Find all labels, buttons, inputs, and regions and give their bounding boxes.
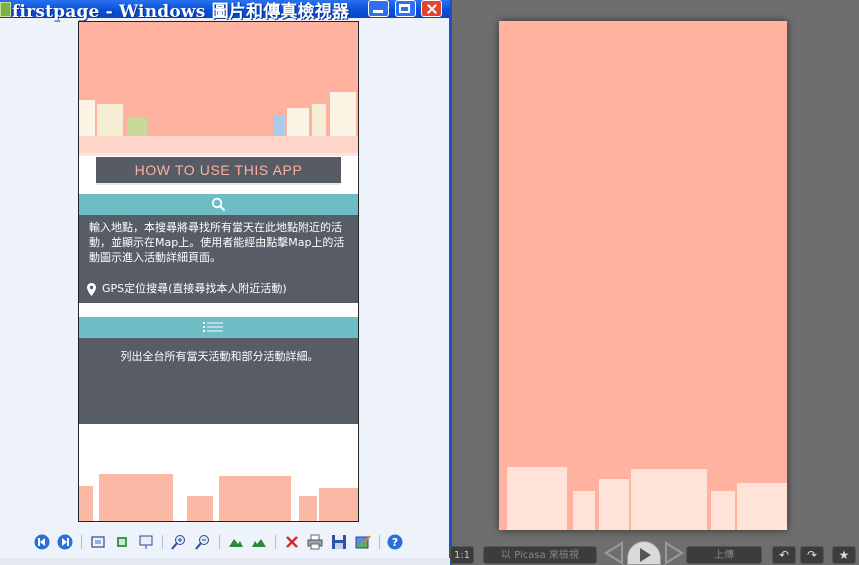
toolbar-separator xyxy=(219,535,220,549)
skyline-building xyxy=(299,496,317,521)
best-fit-icon[interactable] xyxy=(90,534,106,550)
skyline-building xyxy=(573,491,595,530)
skyline-building xyxy=(79,100,95,138)
skyline-building xyxy=(187,496,213,521)
title-bar[interactable]: firstpage - Windows 圖片和傳真檢視器 xyxy=(0,0,450,22)
save-icon[interactable] xyxy=(331,534,347,550)
skyline-building xyxy=(599,479,629,530)
skyline-building xyxy=(287,108,309,138)
previous-image-icon[interactable] xyxy=(34,534,50,550)
close-button[interactable] xyxy=(421,0,442,17)
search-info-panel: 輸入地點，本搜尋將尋找所有當天在此地點附近的活動，並顯示在Map上。使用者能經由… xyxy=(79,215,358,303)
skyline-building xyxy=(79,486,93,521)
actual-size-icon[interactable] xyxy=(114,534,130,550)
search-section-bar xyxy=(79,194,358,215)
skyline-building xyxy=(507,467,567,530)
delete-icon[interactable] xyxy=(284,534,300,550)
zoom-out-icon[interactable] xyxy=(195,534,211,550)
viewer-toolbar: ? xyxy=(0,530,450,556)
skyline-building xyxy=(99,474,173,521)
window-title: firstpage - Windows 圖片和傳真檢視器 xyxy=(12,2,350,22)
list-section-bar xyxy=(79,317,358,338)
picasa-photo-viewer: 1:1 以 Picasa 來檢視 上傳 ↶ ↷ ★ xyxy=(450,0,859,565)
skyline-building xyxy=(319,488,358,521)
how-to-heading: HOW TO USE THIS APP xyxy=(96,157,341,185)
list-description: 列出全台所有當天活動和部分活動詳細。 xyxy=(120,350,319,363)
print-icon[interactable] xyxy=(307,534,323,550)
rotate-counterclockwise-icon[interactable] xyxy=(251,534,267,550)
status-bar xyxy=(0,558,450,565)
skyline-building xyxy=(273,116,285,138)
next-photo-icon[interactable] xyxy=(664,541,686,565)
previous-photo-icon[interactable] xyxy=(602,541,624,565)
maximize-button[interactable] xyxy=(395,0,416,17)
minimize-button[interactable] xyxy=(368,0,389,17)
toolbar-separator xyxy=(275,535,276,549)
gps-search-row: GPS定位搜尋(直接尋找本人附近活動) xyxy=(87,281,287,297)
list-icon xyxy=(203,322,223,332)
picture-viewer-window: firstpage - Windows 圖片和傳真檢視器 HOW TO USE … xyxy=(0,0,452,565)
gps-search-label: GPS定位搜尋(直接尋找本人附近活動) xyxy=(102,282,287,295)
next-image-icon[interactable] xyxy=(57,534,73,550)
list-info-panel: 列出全台所有當天活動和部分活動詳細。 xyxy=(79,338,358,424)
star-icon[interactable]: ★ xyxy=(832,546,856,564)
skyline-building xyxy=(312,104,326,138)
rotate-left-icon[interactable]: ↶ xyxy=(772,546,796,564)
skyline-building xyxy=(97,104,123,138)
open-editor-icon[interactable] xyxy=(355,534,371,550)
upload-button[interactable]: 上傳 xyxy=(686,546,762,564)
rotate-right-icon[interactable]: ↷ xyxy=(800,546,824,564)
app-icon xyxy=(0,2,11,17)
toolbar-separator xyxy=(81,535,82,549)
skyline-building xyxy=(631,469,707,530)
skyline-building xyxy=(711,491,735,530)
location-pin-icon xyxy=(87,282,96,296)
skyline-building xyxy=(219,476,291,521)
slideshow-icon[interactable] xyxy=(138,534,154,550)
search-description: 輸入地點，本搜尋將尋找所有當天在此地點附近的活動，並顯示在Map上。使用者能經由… xyxy=(89,221,345,264)
picasa-displayed-image xyxy=(499,21,787,530)
skyline-building xyxy=(127,118,147,138)
toolbar-separator xyxy=(162,535,163,549)
toolbar-separator xyxy=(379,535,380,549)
view-in-picasa-button[interactable]: 以 Picasa 來檢視 xyxy=(483,546,597,564)
help-icon[interactable]: ? xyxy=(387,534,403,550)
skyline-building xyxy=(737,483,787,530)
search-icon xyxy=(211,197,226,212)
displayed-image: HOW TO USE THIS APP 輸入地點，本搜尋將尋找所有當天在此地點附… xyxy=(78,21,359,522)
section-gap xyxy=(79,303,358,317)
actual-size-button[interactable]: 1:1 xyxy=(450,546,474,564)
rotate-clockwise-icon[interactable] xyxy=(228,534,244,550)
svg-text:?: ? xyxy=(392,536,398,549)
skyline-building xyxy=(330,92,356,138)
zoom-in-icon[interactable] xyxy=(171,534,187,550)
bottom-skyline-area xyxy=(79,424,358,521)
